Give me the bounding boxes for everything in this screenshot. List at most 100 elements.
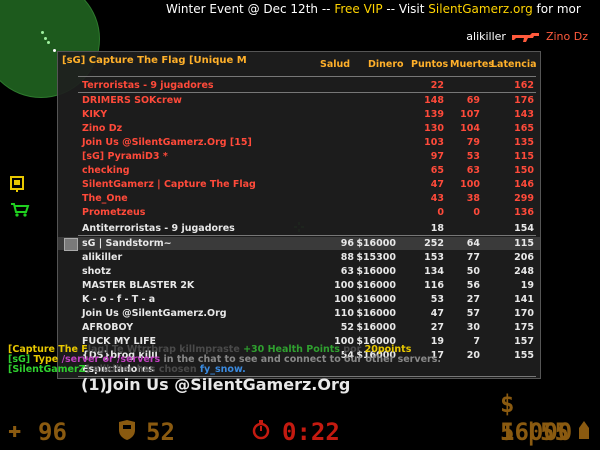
killfeed-killer: alikiller xyxy=(466,30,506,43)
team-label: Antiterroristas - 9 jugadores xyxy=(82,223,235,234)
player-latencia: 170 xyxy=(514,308,534,319)
player-latencia: 155 xyxy=(514,350,534,361)
player-salud: 100 xyxy=(334,280,354,291)
scoreboard-title: [sG] Capture The Flag [Unique M xyxy=(62,55,247,66)
divider xyxy=(78,235,536,236)
banner-text: -- Visit xyxy=(386,2,425,16)
player-salud: 96 xyxy=(340,238,354,249)
player-puntos: 43 xyxy=(430,193,444,204)
player-muertes: 63 xyxy=(466,165,480,176)
header-latencia: Latencia xyxy=(491,59,537,70)
chat-text: fy_snow. xyxy=(199,364,246,375)
chat-text: ] alikiller xyxy=(85,364,134,375)
player-muertes: 30 xyxy=(466,322,480,333)
player-puntos: 47 xyxy=(430,308,444,319)
player-name: Join Us @SilentGamerz.Org [15] xyxy=(82,137,252,148)
killfeed-entry: alikiller Zino Dz xyxy=(466,30,588,43)
player-latencia: 146 xyxy=(514,179,534,190)
player-name: AFROBOY xyxy=(82,322,134,333)
player-latencia: 299 xyxy=(514,193,534,204)
player-latencia: 115 xyxy=(514,238,534,249)
banner-text: for mor xyxy=(536,2,581,16)
player-name: DRIMERS SOKcrew xyxy=(82,95,182,106)
player-puntos: 53 xyxy=(430,294,444,305)
player-latencia: 115 xyxy=(514,151,534,162)
team-label: Terroristas - 9 jugadores xyxy=(82,80,214,91)
health-icon: ✚ xyxy=(8,418,22,443)
player-name: Zino Dz xyxy=(82,123,123,134)
timer-icon xyxy=(252,420,270,444)
scoreboard-header: [sG] Capture The Flag [Unique M Salud Di… xyxy=(58,52,540,72)
buyzone-cart-icon xyxy=(10,202,30,222)
header-puntos: Puntos xyxy=(411,59,449,70)
player-row: [sG] PyramiD3 * 97 53 115 xyxy=(58,150,540,163)
ammo-clip: 5 xyxy=(500,418,515,446)
player-muertes: 20 xyxy=(466,350,480,361)
armor-value: 52 xyxy=(146,418,175,446)
player-muertes: 77 xyxy=(466,252,480,263)
player-name: sG | Sandstorm~ xyxy=(82,238,172,249)
player-salud: 88 xyxy=(340,252,354,263)
server-announcement: Winter Event @ Dec 12th -- Free VIP -- V… xyxy=(166,2,596,17)
player-row: shotz 63 $16000 134 50 248 xyxy=(58,265,540,278)
player-salud: 100 xyxy=(334,294,354,305)
header-dinero: Dinero xyxy=(368,59,404,70)
player-latencia: 135 xyxy=(514,137,534,148)
player-puntos: 47 xyxy=(430,179,444,190)
flag-carrier-icon xyxy=(10,176,24,196)
player-muertes: 50 xyxy=(466,266,480,277)
banner-site: SilentGamerz.org xyxy=(428,2,533,16)
chat-tag: [SilentGamerZ xyxy=(8,364,86,375)
team-row-counter-terrorists: Antiterroristas - 9 jugadores 18 154 xyxy=(58,222,540,235)
chat-log: [Capture The Flag] Te Wtrrbrap killmpras… xyxy=(8,345,441,375)
player-muertes: 100 xyxy=(460,179,480,190)
player-puntos: 103 xyxy=(424,137,444,148)
player-puntos: 116 xyxy=(424,280,444,291)
player-name: SilentGamerz | Capture The Flag xyxy=(82,179,256,190)
player-latencia: 19 xyxy=(520,280,534,291)
player-puntos: 139 xyxy=(424,109,444,120)
player-row: KIKY 139 107 143 xyxy=(58,108,540,121)
player-dinero: $16000 xyxy=(356,308,396,319)
player-dinero: $16000 xyxy=(356,266,396,277)
player-name: alikiller xyxy=(82,252,123,263)
player-muertes: 79 xyxy=(466,137,480,148)
avatar xyxy=(64,238,78,251)
chat-line: [SilentGamerZ] alikiller has chosen fy_s… xyxy=(8,365,441,375)
team-row-terrorists: Terroristas - 9 jugadores 22 162 xyxy=(58,79,540,92)
player-salud: 110 xyxy=(334,308,354,319)
ammo-reserve: 55 xyxy=(540,418,569,446)
player-latencia: 136 xyxy=(514,207,534,218)
radar-dot xyxy=(41,31,44,34)
player-dinero: $16000 xyxy=(356,294,396,305)
player-muertes: 38 xyxy=(466,193,480,204)
player-puntos: 0 xyxy=(437,207,444,218)
player-latencia: 157 xyxy=(514,336,534,347)
player-puntos: 134 xyxy=(424,266,444,277)
player-latencia: 143 xyxy=(514,109,534,120)
player-row: AFROBOY 52 $16000 27 30 175 xyxy=(58,321,540,334)
divider xyxy=(78,76,536,77)
player-muertes: 107 xyxy=(460,109,480,120)
header-salud: Salud xyxy=(320,59,351,70)
spectator-list-item: (1)Join Us @SilentGamerz.Org xyxy=(57,377,539,393)
player-row: Join Us @SilentGamerz.Org 110 $16000 47 57 17… xyxy=(58,307,540,320)
player-row: Prometzeus 0 0 136 xyxy=(58,206,540,219)
player-name: Prometzeus xyxy=(82,207,146,218)
player-puntos: 148 xyxy=(424,95,444,106)
player-name: MASTER BLASTER 2K xyxy=(82,280,195,291)
player-dinero: $15300 xyxy=(356,252,396,263)
player-row: MASTER BLASTER 2K 100 $16000 116 56 19 xyxy=(58,279,540,292)
player-salud: 52 xyxy=(340,322,354,333)
team-score: 18 xyxy=(430,223,444,234)
player-puntos: 27 xyxy=(430,322,444,333)
killfeed-victim: Zino Dz xyxy=(545,30,588,43)
chat-text: has chosen xyxy=(136,364,197,375)
header-muertes: Muertes xyxy=(450,59,494,70)
player-row: checking 65 63 150 xyxy=(58,164,540,177)
player-latencia: 150 xyxy=(514,165,534,176)
radar-dot xyxy=(44,37,47,40)
player-muertes: 56 xyxy=(466,280,480,291)
round-timer: 0:22 xyxy=(282,418,340,446)
player-puntos: 252 xyxy=(424,238,444,249)
